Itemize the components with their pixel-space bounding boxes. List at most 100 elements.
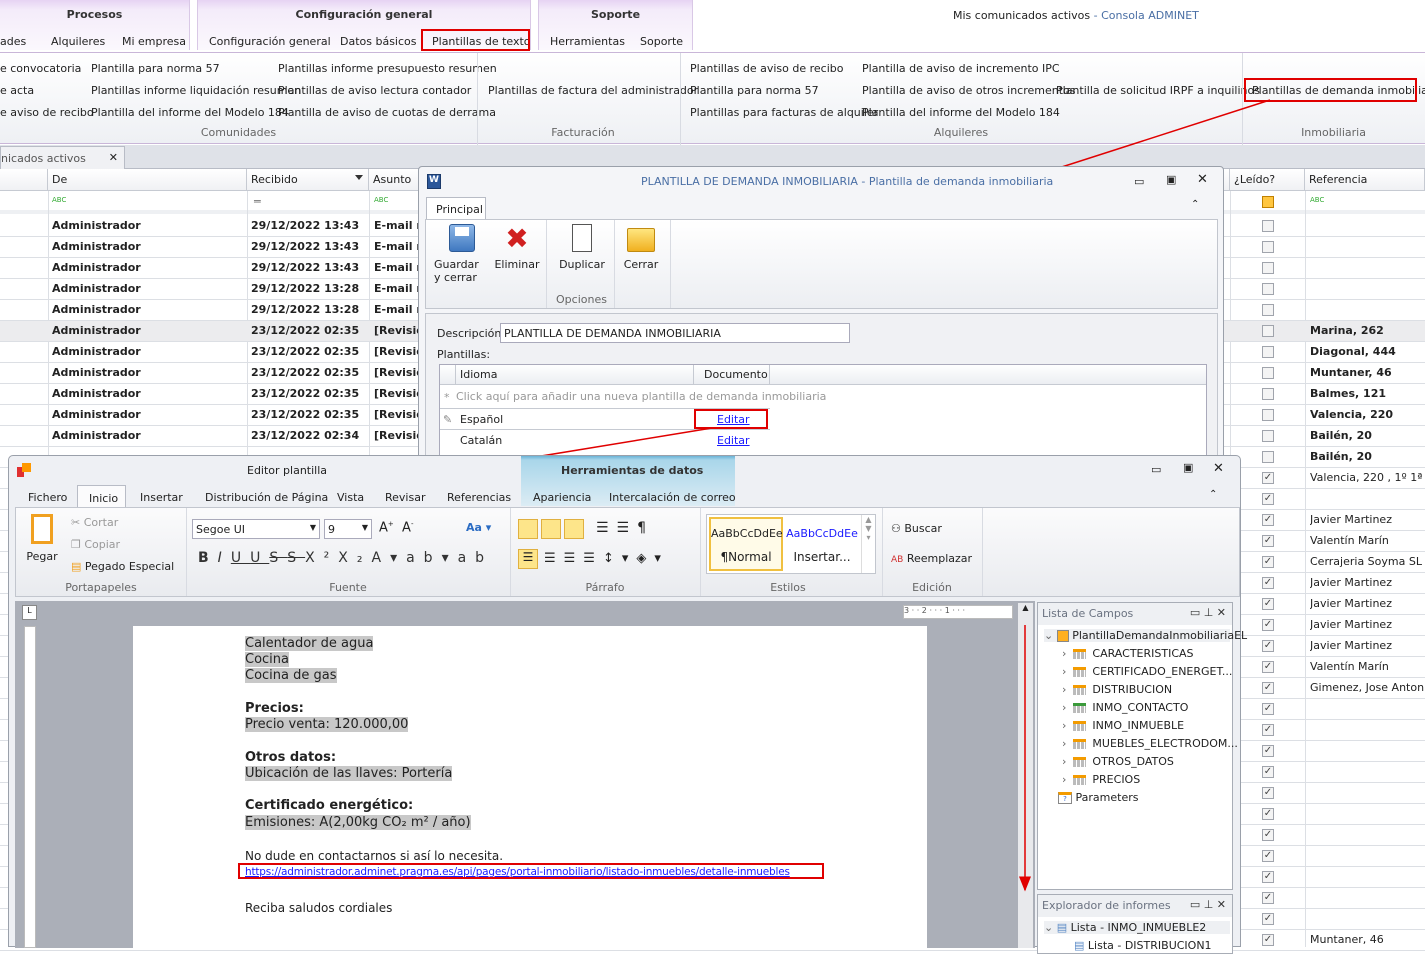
delete-button[interactable]: ✖ Eliminar — [492, 222, 542, 272]
tab-insertar[interactable]: Insertar — [140, 491, 183, 504]
tree-item[interactable]: ⌄ ▤ Lista - INMO_INMUEBLE2 — [1044, 921, 1230, 934]
close-dialog-button[interactable]: Cerrar — [616, 224, 666, 271]
panel-controls[interactable]: ▭ ⊥ ✕ — [1190, 898, 1226, 911]
doc-line: Emisiones: A(2,00kg CO₂ m² / año) — [245, 815, 471, 830]
vertical-scrollbar[interactable]: ▲ — [1018, 603, 1033, 948]
tree-item[interactable]: ⌄ PlantillaDemandaInmobiliariaEL — [1044, 629, 1247, 642]
indent-icons[interactable]: ☰☰¶ — [596, 520, 654, 536]
replace-button[interactable]: AB Reemplazar — [891, 552, 972, 565]
row-idioma[interactable]: Catalán — [460, 434, 502, 447]
highlight-box — [238, 863, 824, 879]
format-icons[interactable]: BIUUSSX²X₂A▾ab▾ab — [198, 550, 493, 566]
align-left-button[interactable]: ☰ — [518, 549, 538, 569]
save-close-button[interactable]: Guardar y cerrar — [434, 224, 490, 284]
collapse-ribbon-icon[interactable]: ⌃ — [1209, 489, 1217, 500]
description-label: Descripción: — [437, 327, 506, 340]
tree-label: DISTRIBUCION — [1092, 683, 1173, 696]
panel-controls[interactable]: ▭ ⊥ ✕ — [1190, 606, 1226, 619]
tree-item[interactable]: › MUEBLES_ELECTRODOM... — [1062, 737, 1238, 750]
col-header-idioma[interactable]: Idioma — [460, 368, 497, 381]
align-icons[interactable]: ☰☰☰↕▾◈▾ — [544, 551, 669, 566]
numbered-list-button[interactable] — [541, 519, 561, 539]
change-case-icon[interactable]: Aa ▾ — [466, 521, 491, 534]
font-name-select[interactable]: Segoe UI ▼ — [192, 519, 320, 539]
maximize-button[interactable]: ▣ — [1183, 461, 1193, 474]
doc-line: Calentador de agua — [245, 636, 374, 651]
horizontal-ruler: 3 · · 2 · · · 1 · · · — [903, 605, 1013, 619]
tree-label: Parameters — [1075, 791, 1139, 804]
doc-heading: Precios: — [245, 701, 304, 716]
divider — [614, 220, 615, 308]
binoculars-icon: ⚇ — [891, 522, 901, 535]
chevron-right-icon: › — [1062, 665, 1067, 678]
maximize-button[interactable]: ▣ — [1166, 173, 1176, 186]
red-x-icon: ✖ — [505, 222, 529, 255]
edit-pencil-icon: ✎ — [443, 413, 453, 426]
collapse-ribbon-icon[interactable]: ⌃ — [1191, 199, 1199, 210]
description-input[interactable]: PLANTILLA DE DEMANDA INMOBILIARIA — [500, 323, 850, 343]
button-label: Buscar — [904, 522, 942, 535]
tree-item[interactable]: › OTROS_DATOS — [1062, 755, 1174, 768]
dialog-title: PLANTILLA DE DEMANDA INMOBILIARIA - Plan… — [641, 175, 1054, 188]
tab-revisar[interactable]: Revisar — [385, 491, 425, 504]
cut-button[interactable]: ✂ Cortar — [71, 516, 118, 529]
tree-item[interactable]: › INMO_CONTACTO — [1062, 701, 1188, 714]
group-label: Fuente — [329, 581, 367, 594]
multilevel-list-button[interactable] — [564, 519, 584, 539]
table-icon — [1073, 757, 1087, 767]
app-logo-icon — [17, 463, 31, 477]
select-value: 9 — [328, 523, 335, 536]
field-list-panel: Lista de Campos ▭ ⊥ ✕ ⌄ PlantillaDemandaI… — [1037, 602, 1247, 890]
tree-label: PRECIOS — [1092, 773, 1141, 786]
doc-line: Reciba saludos cordiales — [245, 901, 393, 915]
table-icon — [1073, 721, 1087, 731]
minimize-button[interactable]: ▭ — [1151, 463, 1161, 476]
paste-special-button[interactable]: ▤ Pegado Especial — [71, 560, 174, 573]
tree-item[interactable]: › PRECIOS — [1062, 773, 1140, 786]
paste-button[interactable]: Pegar — [22, 514, 62, 563]
bullet-list-button[interactable] — [518, 519, 538, 539]
find-button[interactable]: ⚇ Buscar — [891, 522, 942, 535]
tab-principal[interactable]: Principal — [426, 197, 486, 220]
grow-font-icon[interactable]: A+ A- — [379, 520, 413, 535]
tree-item[interactable]: › INMO_INMUEBLE — [1062, 719, 1184, 732]
tab-inicio[interactable]: Inicio — [77, 485, 126, 508]
tab-referencias[interactable]: Referencias — [447, 491, 511, 504]
copy-button[interactable]: ❐ Copiar — [71, 538, 120, 551]
group-label: Estilos — [770, 581, 806, 594]
tab-distribucion[interactable]: Distribución de Página — [205, 491, 328, 504]
tab-intercalacion[interactable]: Intercalación de correo — [609, 491, 736, 504]
font-size-select[interactable]: 9 ▼ — [324, 519, 372, 539]
tree-label: CARACTERISTICAS — [1092, 647, 1194, 660]
replace-icon: AB — [891, 555, 904, 565]
chevron-right-icon: › — [1062, 737, 1067, 750]
tab-vista[interactable]: Vista — [337, 491, 364, 504]
style-preview: AaBbCcDdEe — [786, 527, 858, 540]
row-idioma[interactable]: Español — [460, 413, 503, 426]
tree-item[interactable]: ▤ Lista - DISTRIBUCION1 — [1074, 939, 1212, 952]
gallery-scrollbar[interactable]: ▲ ▼ ▾ — [861, 515, 875, 573]
col-header-documento[interactable]: Documento — [704, 368, 768, 381]
tab-apariencia[interactable]: Apariencia — [533, 491, 591, 504]
page-canvas[interactable]: Calentador de agua Cocina Cocina de gas … — [133, 626, 927, 948]
tree-label: PlantillaDemandaInmobiliariaEL — [1072, 629, 1248, 642]
tree-item[interactable]: › CARACTERISTICAS — [1062, 647, 1194, 660]
doc-line: Ubicación de las llaves: Portería — [245, 766, 453, 781]
close-button[interactable]: ✕ — [1197, 172, 1208, 187]
edit-link[interactable]: Editar — [717, 434, 750, 447]
new-row-prompt[interactable]: Click aquí para añadir una nueva plantil… — [456, 390, 826, 403]
duplicate-button[interactable]: Duplicar — [552, 224, 612, 271]
style-normal[interactable]: AaBbCcDdEe ¶Normal — [709, 517, 783, 571]
styles-gallery[interactable]: AaBbCcDdEe ¶Normal AaBbCcDdEe Insertar... … — [706, 514, 876, 574]
tree-item[interactable]: ? Parameters — [1058, 791, 1138, 804]
minimize-button[interactable]: ▭ — [1134, 175, 1144, 188]
close-button[interactable]: ✕ — [1213, 461, 1224, 476]
tab-fichero[interactable]: Fichero — [28, 491, 67, 504]
copy-document-icon — [572, 224, 592, 252]
tree-item[interactable]: › DISTRIBUCION — [1062, 683, 1172, 696]
button-label: Reemplazar — [906, 552, 973, 565]
ruler-corner[interactable]: L — [22, 605, 37, 620]
tree-item[interactable]: › CERTIFICADO_ENERGET... — [1062, 665, 1232, 678]
button-label: Guardar y cerrar — [434, 258, 479, 284]
style-insertar[interactable]: AaBbCcDdEe Insertar... — [785, 517, 859, 571]
